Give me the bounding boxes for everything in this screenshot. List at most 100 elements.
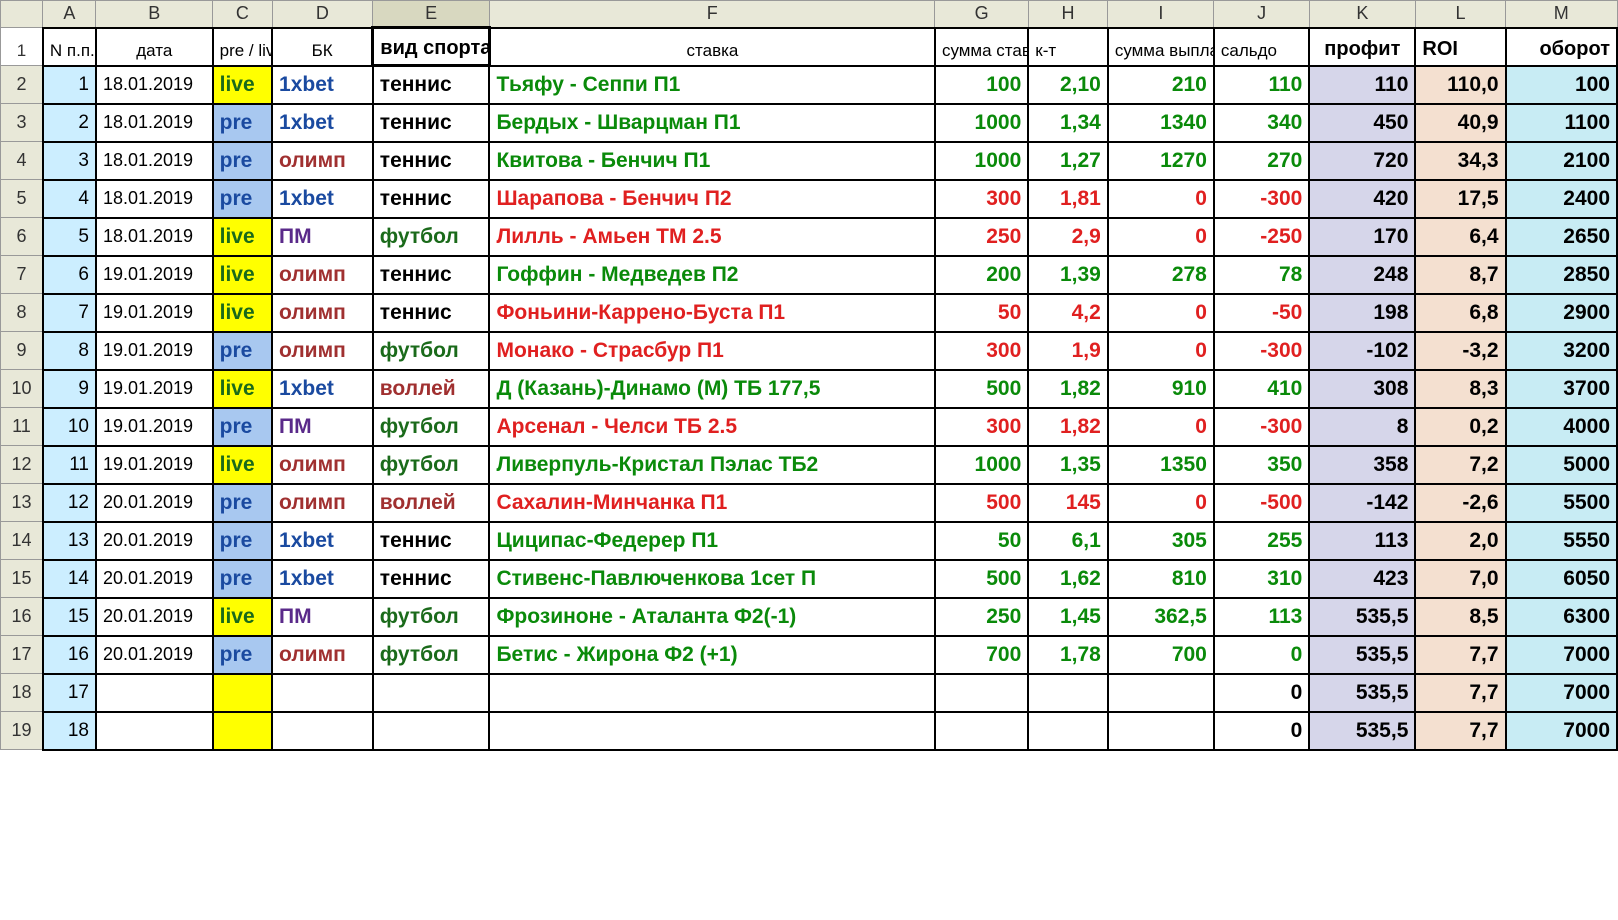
cell-profit[interactable]: 110 [1309, 66, 1415, 104]
cell-profit[interactable]: 248 [1309, 256, 1415, 294]
col-header-K[interactable]: K [1309, 1, 1415, 28]
cell-payout[interactable]: 0 [1108, 218, 1214, 256]
cell-coef[interactable]: 145 [1028, 484, 1108, 522]
cell-profit[interactable]: -142 [1309, 484, 1415, 522]
hdr-payout[interactable]: сумма выплаты [1108, 28, 1214, 66]
cell-sport[interactable]: теннис [373, 256, 490, 294]
cell-payout[interactable]: 1340 [1108, 104, 1214, 142]
cell-saldo[interactable]: -300 [1214, 180, 1309, 218]
cell-sport[interactable]: футбол [373, 408, 490, 446]
row-number[interactable]: 8 [1, 294, 43, 332]
cell-n[interactable]: 5 [43, 218, 96, 256]
cell-sum[interactable]: 500 [935, 370, 1028, 408]
cell-payout[interactable]: 0 [1108, 484, 1214, 522]
row-number[interactable]: 19 [1, 712, 43, 750]
col-header-F[interactable]: F [489, 1, 934, 28]
cell-sum[interactable]: 50 [935, 294, 1028, 332]
cell-bk[interactable] [272, 674, 373, 712]
cell-bk[interactable]: олимп [272, 332, 373, 370]
cell-mode[interactable] [213, 674, 272, 712]
cell-bk[interactable]: ПМ [272, 598, 373, 636]
cell-coef[interactable]: 4,2 [1028, 294, 1108, 332]
col-header-E[interactable]: E [373, 1, 490, 28]
corner-cell[interactable] [1, 1, 43, 28]
cell-profit[interactable]: 358 [1309, 446, 1415, 484]
cell-coef[interactable] [1028, 674, 1108, 712]
cell-coef[interactable]: 1,39 [1028, 256, 1108, 294]
cell-profit[interactable]: 535,5 [1309, 636, 1415, 674]
cell-sum[interactable]: 200 [935, 256, 1028, 294]
cell-bk[interactable]: олимп [272, 256, 373, 294]
cell-bet[interactable]: Д (Казань)-Динамо (М) ТБ 177,5 [489, 370, 934, 408]
cell-n[interactable]: 18 [43, 712, 96, 750]
row-number[interactable]: 14 [1, 522, 43, 560]
cell-turnover[interactable]: 7000 [1506, 712, 1617, 750]
cell-bet[interactable] [489, 674, 934, 712]
cell-date[interactable]: 19.01.2019 [96, 370, 213, 408]
cell-roi[interactable]: 34,3 [1415, 142, 1505, 180]
hdr-turnover[interactable]: оборот [1506, 28, 1617, 66]
cell-mode[interactable]: live [213, 446, 272, 484]
cell-coef[interactable]: 1,82 [1028, 370, 1108, 408]
cell-saldo[interactable]: 340 [1214, 104, 1309, 142]
cell-turnover[interactable]: 4000 [1506, 408, 1617, 446]
cell-sport[interactable]: теннис [373, 294, 490, 332]
cell-coef[interactable]: 6,1 [1028, 522, 1108, 560]
cell-sum[interactable] [935, 674, 1028, 712]
cell-turnover[interactable]: 5550 [1506, 522, 1617, 560]
cell-sum[interactable]: 250 [935, 598, 1028, 636]
cell-roi[interactable]: 40,9 [1415, 104, 1505, 142]
cell-mode[interactable]: live [213, 256, 272, 294]
cell-payout[interactable]: 700 [1108, 636, 1214, 674]
cell-n[interactable]: 6 [43, 256, 96, 294]
hdr-sum[interactable]: сумма ставки [935, 28, 1028, 66]
row-number[interactable]: 16 [1, 598, 43, 636]
cell-coef[interactable]: 1,9 [1028, 332, 1108, 370]
cell-sport[interactable]: теннис [373, 66, 490, 104]
cell-mode[interactable]: live [213, 598, 272, 636]
cell-profit[interactable]: 308 [1309, 370, 1415, 408]
col-header-L[interactable]: L [1415, 1, 1505, 28]
cell-date[interactable]: 20.01.2019 [96, 636, 213, 674]
cell-saldo[interactable]: 0 [1214, 674, 1309, 712]
cell-sum[interactable]: 500 [935, 560, 1028, 598]
cell-date[interactable]: 18.01.2019 [96, 104, 213, 142]
cell-bet[interactable]: Лилль - Амьен ТМ 2.5 [489, 218, 934, 256]
col-header-D[interactable]: D [272, 1, 373, 28]
cell-n[interactable]: 2 [43, 104, 96, 142]
cell-roi[interactable]: 110,0 [1415, 66, 1505, 104]
row-number[interactable]: 5 [1, 180, 43, 218]
cell-mode[interactable]: live [213, 66, 272, 104]
cell-sum[interactable]: 50 [935, 522, 1028, 560]
cell-sum[interactable]: 300 [935, 180, 1028, 218]
cell-turnover[interactable]: 3200 [1506, 332, 1617, 370]
cell-roi[interactable]: 7,7 [1415, 674, 1505, 712]
cell-payout[interactable]: 362,5 [1108, 598, 1214, 636]
cell-bk[interactable]: олимп [272, 446, 373, 484]
cell-sport[interactable]: теннис [373, 180, 490, 218]
cell-profit[interactable]: 420 [1309, 180, 1415, 218]
cell-mode[interactable]: pre [213, 180, 272, 218]
hdr-mode[interactable]: pre / live [213, 28, 272, 66]
col-header-B[interactable]: B [96, 1, 213, 28]
hdr-bet[interactable]: ставка [489, 28, 934, 66]
cell-turnover[interactable]: 2650 [1506, 218, 1617, 256]
row-number[interactable]: 9 [1, 332, 43, 370]
cell-turnover[interactable]: 2900 [1506, 294, 1617, 332]
cell-roi[interactable]: -2,6 [1415, 484, 1505, 522]
cell-n[interactable]: 10 [43, 408, 96, 446]
cell-saldo[interactable]: 310 [1214, 560, 1309, 598]
cell-profit[interactable]: 8 [1309, 408, 1415, 446]
cell-saldo[interactable]: 113 [1214, 598, 1309, 636]
cell-mode[interactable]: live [213, 370, 272, 408]
cell-bet[interactable]: Сахалин-Минчанка П1 [489, 484, 934, 522]
cell-n[interactable]: 15 [43, 598, 96, 636]
cell-date[interactable]: 20.01.2019 [96, 484, 213, 522]
hdr-date[interactable]: дата [96, 28, 213, 66]
cell-payout[interactable] [1108, 674, 1214, 712]
cell-n[interactable]: 11 [43, 446, 96, 484]
cell-coef[interactable]: 1,27 [1028, 142, 1108, 180]
cell-payout[interactable] [1108, 712, 1214, 750]
cell-payout[interactable]: 278 [1108, 256, 1214, 294]
row-number[interactable]: 10 [1, 370, 43, 408]
